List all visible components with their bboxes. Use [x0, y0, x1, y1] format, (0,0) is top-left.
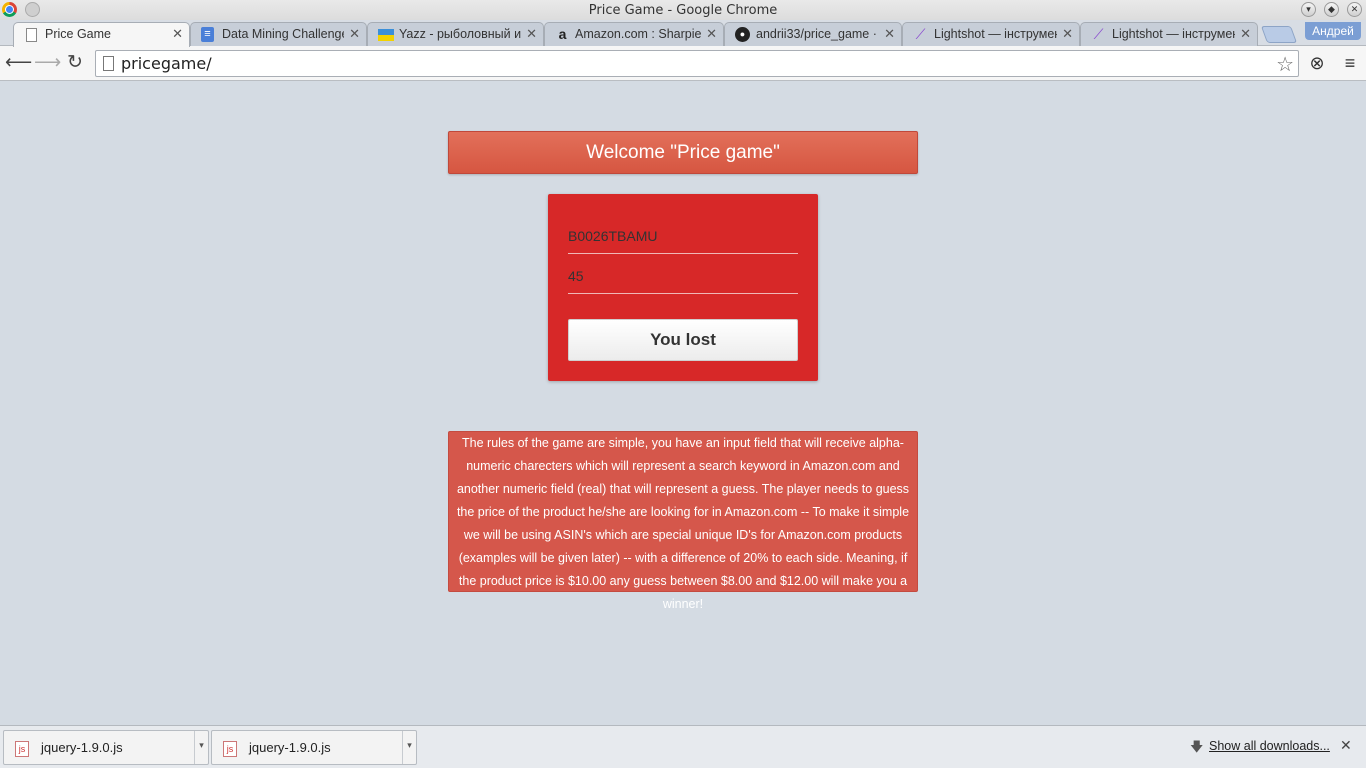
docs-icon: ≡: [201, 27, 214, 42]
download-filename: jquery-1.9.0.js: [41, 740, 123, 755]
feather-icon: ⟋: [1093, 26, 1104, 42]
tab-price-game[interactable]: Price Game ✕: [13, 22, 190, 47]
page-icon: [26, 28, 37, 42]
welcome-banner: Welcome "Price game": [448, 131, 918, 174]
tab-label: Lightshot — інструмен: [934, 27, 1057, 41]
price-guess-input[interactable]: [568, 258, 798, 294]
show-all-downloads-link[interactable]: Show all downloads...: [1209, 739, 1330, 753]
tab-label: Yazz - рыболовный ин: [399, 27, 521, 41]
close-icon[interactable]: ✕: [1340, 737, 1352, 754]
bookmark-star-icon[interactable]: ☆: [1276, 52, 1294, 77]
chevron-down-icon[interactable]: ▾: [402, 731, 416, 764]
game-card: You lost: [548, 194, 818, 381]
maximize-icon[interactable]: ◆: [1324, 2, 1339, 17]
close-tab-icon[interactable]: ✕: [172, 26, 183, 42]
tab-label: Lightshot — інструмен: [1112, 27, 1235, 41]
page-icon: [103, 56, 114, 71]
tab-yazz[interactable]: Yazz - рыболовный ин ✕: [367, 22, 544, 46]
close-tab-icon[interactable]: ✕: [1240, 26, 1251, 42]
yazz-icon: [378, 29, 394, 41]
menu-icon[interactable]: ≡: [1338, 51, 1362, 75]
new-tab-button[interactable]: [1260, 26, 1298, 43]
reload-icon[interactable]: ↻: [63, 51, 87, 75]
tab-label: Data Mining Challenge: [222, 27, 344, 41]
profile-button[interactable]: Андрей: [1305, 22, 1361, 40]
back-icon[interactable]: ⟵: [5, 51, 32, 75]
download-item[interactable]: js jquery-1.9.0.js ▾: [211, 730, 417, 765]
tab-data-mining[interactable]: ≡ Data Mining Challenge ✕: [190, 22, 367, 46]
feather-icon: ⟋: [915, 26, 926, 42]
browser-toolbar: ⟵ ⟶ ↻ pricegame/ ☆ ⊗ ≡: [0, 46, 1366, 81]
js-file-icon: js: [223, 741, 237, 757]
tab-label: andrii33/price_game ·: [756, 27, 877, 41]
download-filename: jquery-1.9.0.js: [249, 740, 331, 755]
minimize-icon[interactable]: ▾: [1301, 2, 1316, 17]
tab-lightshot-2[interactable]: ⟋ Lightshot — інструмен ✕: [1080, 22, 1258, 46]
url-text[interactable]: pricegame/: [121, 54, 212, 73]
tab-lightshot-1[interactable]: ⟋ Lightshot — інструмен ✕: [902, 22, 1080, 46]
close-tab-icon[interactable]: ✕: [526, 26, 537, 42]
download-shelf: js jquery-1.9.0.js ▾ js jquery-1.9.0.js …: [0, 725, 1366, 768]
amazon-icon: a: [558, 26, 567, 42]
tab-label: Amazon.com : Sharpie: [575, 27, 701, 41]
close-window-icon[interactable]: ✕: [1347, 2, 1362, 17]
js-file-icon: js: [15, 741, 29, 757]
tab-amazon[interactable]: a Amazon.com : Sharpie ✕: [544, 22, 724, 46]
close-tab-icon[interactable]: ✕: [1062, 26, 1073, 42]
download-arrow-icon: 🡇: [1190, 739, 1204, 754]
asin-input[interactable]: [568, 218, 798, 254]
close-tab-icon[interactable]: ✕: [884, 26, 895, 42]
close-tab-icon[interactable]: ✕: [706, 26, 717, 42]
rules-text: The rules of the game are simple, you ha…: [448, 431, 918, 611]
tab-label: Price Game: [45, 27, 111, 41]
window-titlebar: Price Game - Google Chrome ▾ ◆ ✕: [0, 0, 1366, 20]
close-tab-icon[interactable]: ✕: [349, 26, 360, 42]
download-item[interactable]: js jquery-1.9.0.js ▾: [3, 730, 209, 765]
result-button[interactable]: You lost: [568, 319, 798, 361]
github-icon: ●: [735, 27, 750, 42]
chevron-down-icon[interactable]: ▾: [194, 731, 208, 764]
tab-github[interactable]: ● andrii33/price_game · ✕: [724, 22, 902, 46]
tab-strip: Price Game ✕ ≡ Data Mining Challenge ✕ Y…: [0, 20, 1366, 47]
window-title: Price Game - Google Chrome: [588, 3, 778, 18]
extension-icon[interactable]: ⊗: [1305, 51, 1329, 75]
address-bar[interactable]: pricegame/ ☆: [95, 50, 1299, 77]
forward-icon[interactable]: ⟶: [34, 51, 61, 75]
